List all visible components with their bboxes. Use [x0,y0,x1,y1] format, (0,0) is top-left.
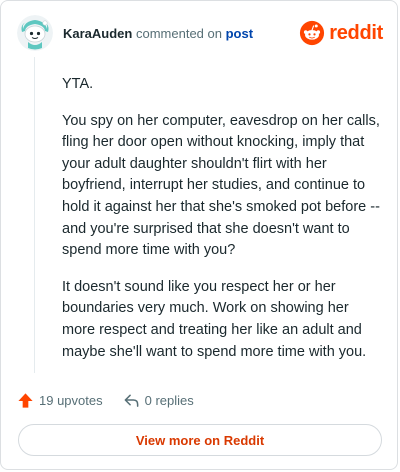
username-link[interactable]: KaraAuden [63,26,132,41]
upvote-arrow-icon [18,392,33,408]
thread-line [34,57,35,373]
view-more-button[interactable]: View more on Reddit [18,424,382,456]
upvote-count: 19 upvotes [39,392,103,408]
upvote-button[interactable]: 19 upvotes [17,392,103,409]
comment-embed-card: KaraAuden commented on post reddit YTA. … [0,0,398,470]
reply-button[interactable]: 0 replies [123,392,194,409]
commented-on-text: commented on [135,25,222,41]
comment-byline: KaraAuden commented on post [63,26,253,41]
comment-header: KaraAuden commented on post [17,15,253,51]
comment-paragraph: YTA. [62,76,94,92]
comment-body: YTA. You spy on her computer, eavesdrop … [62,74,380,378]
reply-count: 0 replies [144,392,194,408]
post-link[interactable]: post [226,26,253,41]
user-avatar-icon[interactable] [17,15,53,51]
reddit-wordmark: reddit [329,21,383,44]
reply-arrow-icon [124,394,139,407]
comment-paragraph: You spy on her computer, eavesdrop on he… [62,112,380,259]
comment-paragraph: It doesn't sound like you respect her or… [62,278,367,360]
comment-actions: 19 upvotes 0 replies [17,387,194,413]
reddit-logo-icon [300,20,325,46]
reddit-brand[interactable]: reddit [299,19,383,47]
